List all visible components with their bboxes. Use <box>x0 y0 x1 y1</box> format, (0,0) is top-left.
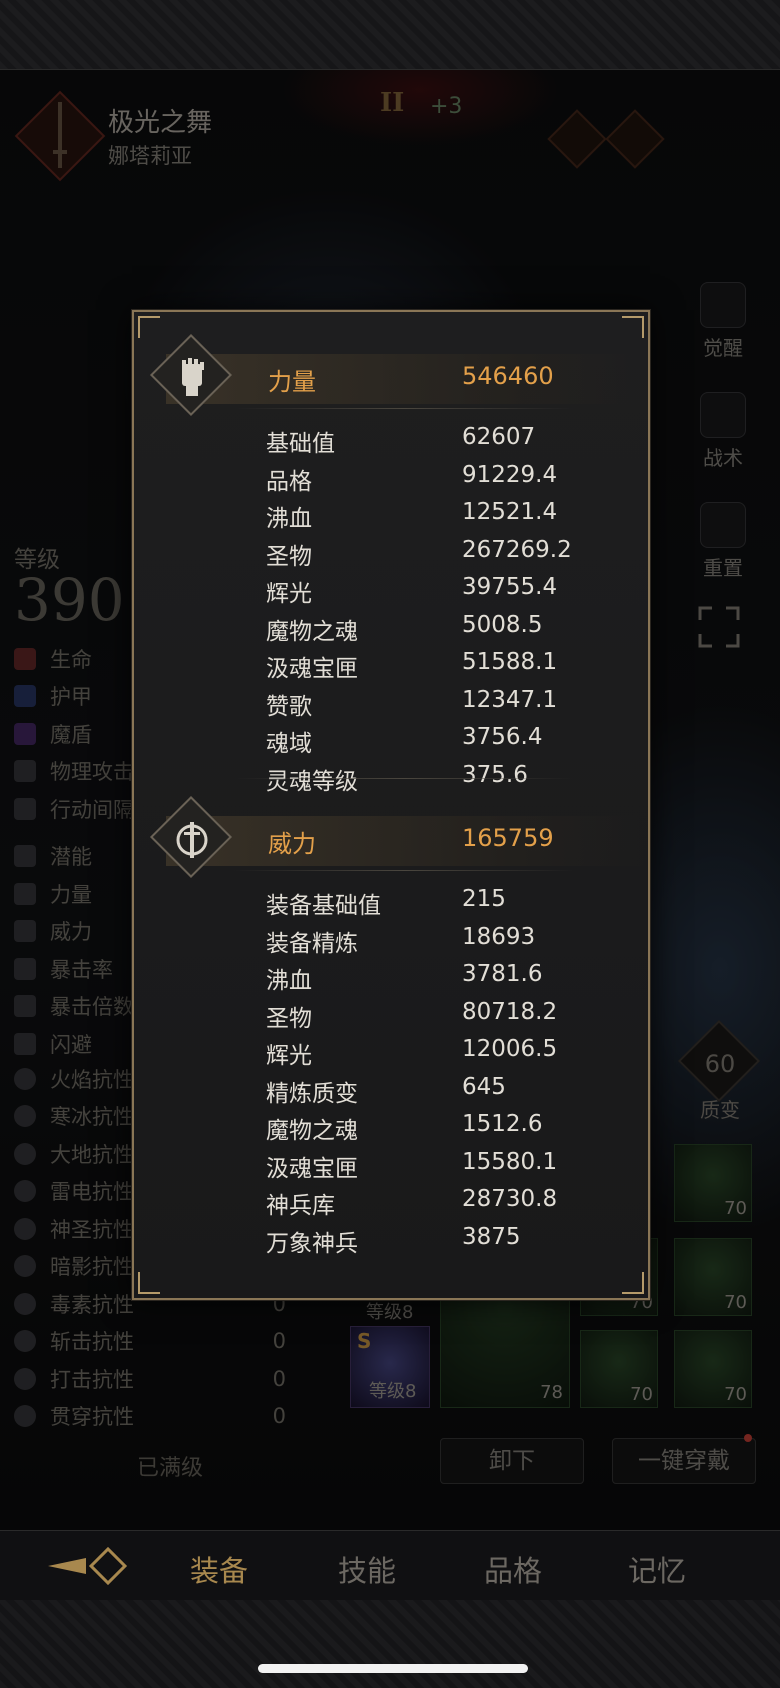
sword-power-icon <box>176 822 208 858</box>
source-value: 1512.6 <box>462 1111 543 1137</box>
source-value: 645 <box>462 1073 506 1100</box>
source-name: 汲魂宝匣 <box>266 1155 358 1182</box>
breakdown-row: 辉光 12006.5 <box>134 1032 652 1070</box>
breakdown-row: 装备基础值 215 <box>134 882 652 920</box>
breakdown-row: 汲魂宝匣 15580.1 <box>134 1145 652 1183</box>
source-name: 沸血 <box>266 506 312 532</box>
breakdown-row: 圣物 80718.2 <box>134 995 652 1033</box>
bottom-frame <box>0 1600 780 1688</box>
source-value: 91229.4 <box>462 461 558 488</box>
source-value: 12006.5 <box>462 1036 558 1062</box>
power-label: 威力 <box>268 830 316 858</box>
source-value: 51588.1 <box>462 649 558 675</box>
breakdown-row: 魔物之魂 5008.5 <box>134 608 652 646</box>
source-value: 375.6 <box>462 761 528 788</box>
source-name: 赞歌 <box>266 693 312 720</box>
strength-total: 546460 <box>462 362 554 390</box>
tab-equipment[interactable]: 装备 <box>190 1548 248 1590</box>
power-header: 威力 165759 <box>149 795 644 879</box>
source-name: 圣物 <box>266 1005 312 1032</box>
source-name: 沸血 <box>266 968 312 994</box>
source-name: 万象神兵 <box>266 1230 358 1257</box>
back-arrow-icon[interactable] <box>46 1546 136 1586</box>
source-value: 215 <box>462 886 506 912</box>
source-value: 267269.2 <box>462 536 572 563</box>
source-value: 3875 <box>462 1223 521 1250</box>
source-name: 品格 <box>266 468 312 495</box>
breakdown-row: 沸血 3781.6 <box>134 957 652 995</box>
status-bar <box>0 0 780 70</box>
source-value: 3781.6 <box>462 961 543 987</box>
source-value: 12521.4 <box>462 499 558 525</box>
source-value: 18693 <box>462 923 536 950</box>
breakdown-row: 辉光 39755.4 <box>134 570 652 608</box>
tab-memory[interactable]: 记忆 <box>628 1548 686 1590</box>
strength-breakdown-list: 基础值 62607 品格 91229.4 沸血 12521.4 圣物 267269.2 … <box>134 420 652 795</box>
breakdown-row: 魂域 3756.4 <box>134 720 652 758</box>
source-name: 魔物之魂 <box>266 618 358 645</box>
source-value: 80718.2 <box>462 998 558 1025</box>
breakdown-row: 万象神兵 3875 <box>134 1220 652 1258</box>
stat-breakdown-modal: 力量 546460 基础值 62607 品格 91229.4 沸血 12521.4 圣… <box>132 310 650 1300</box>
breakdown-row: 神兵库 28730.8 <box>134 1182 652 1220</box>
breakdown-row: 魔物之魂 1512.6 <box>134 1107 652 1145</box>
source-value: 15580.1 <box>462 1148 558 1175</box>
source-name: 汲魂宝匣 <box>266 656 358 682</box>
source-name: 神兵库 <box>266 1193 335 1219</box>
power-total: 165759 <box>462 824 554 852</box>
source-name: 装备精炼 <box>266 930 358 957</box>
source-name: 魂域 <box>266 731 312 757</box>
source-value: 3756.4 <box>462 724 543 750</box>
source-value: 12347.1 <box>462 686 558 713</box>
tab-skills[interactable]: 技能 <box>338 1548 396 1590</box>
home-indicator[interactable] <box>258 1664 528 1673</box>
source-name: 精炼质变 <box>266 1080 358 1107</box>
source-name: 魔物之魂 <box>266 1118 358 1144</box>
tab-character[interactable]: 品格 <box>484 1548 542 1590</box>
breakdown-row: 圣物 267269.2 <box>134 533 652 571</box>
breakdown-row: 赞歌 12347.1 <box>134 683 652 721</box>
source-name: 辉光 <box>266 1043 312 1069</box>
source-value: 28730.8 <box>462 1186 558 1212</box>
source-value: 5008.5 <box>462 611 543 638</box>
fist-icon <box>182 358 204 396</box>
breakdown-row: 品格 91229.4 <box>134 458 652 496</box>
breakdown-row: 沸血 12521.4 <box>134 495 652 533</box>
source-name: 装备基础值 <box>266 893 381 919</box>
strength-label: 力量 <box>268 368 316 396</box>
source-name: 辉光 <box>266 581 312 607</box>
power-breakdown-list: 装备基础值 215 装备精炼 18693 沸血 3781.6 圣物 80718.2 辉光… <box>134 882 652 1257</box>
breakdown-row: 灵魂等级 375.6 <box>134 758 652 796</box>
source-name: 基础值 <box>266 431 335 457</box>
source-value: 62607 <box>462 424 536 450</box>
breakdown-row: 汲魂宝匣 51588.1 <box>134 645 652 683</box>
breakdown-row: 装备精炼 18693 <box>134 920 652 958</box>
strength-header: 力量 546460 <box>149 333 644 417</box>
source-name: 圣物 <box>266 543 312 570</box>
source-value: 39755.4 <box>462 574 558 600</box>
breakdown-row: 精炼质变 645 <box>134 1070 652 1108</box>
breakdown-row: 基础值 62607 <box>134 420 652 458</box>
